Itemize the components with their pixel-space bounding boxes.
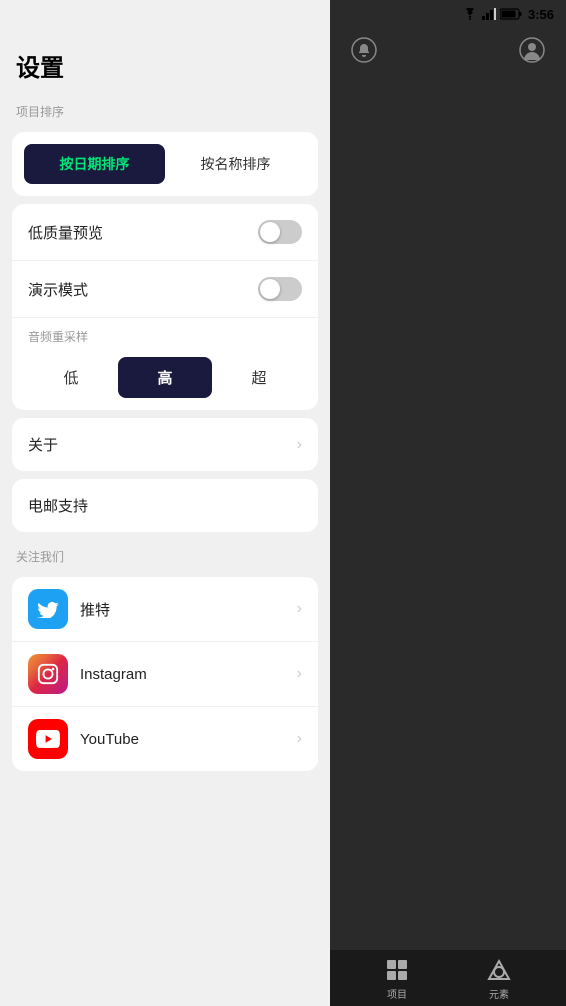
demo-mode-toggle[interactable] [258, 277, 302, 301]
instagram-row[interactable]: Instagram › [12, 642, 318, 707]
bottom-nav-projects[interactable]: 项目 [383, 956, 411, 1001]
sort-by-date-button[interactable]: 按日期排序 [24, 144, 165, 184]
sort-by-name-button[interactable]: 按名称排序 [165, 144, 306, 184]
twitter-name: 推特 [80, 599, 110, 620]
bottom-nav: 项目 元素 [330, 950, 566, 1006]
low-quality-label: 低质量预览 [28, 222, 103, 243]
youtube-row[interactable]: YouTube › [12, 707, 318, 771]
bottom-nav-elements[interactable]: 元素 [485, 956, 513, 1001]
resample-low-button[interactable]: 低 [24, 357, 118, 398]
status-bar: 3:56 [0, 0, 566, 28]
signal-icon [482, 8, 496, 20]
about-row[interactable]: 关于 › [12, 418, 318, 471]
about-chevron: › [297, 436, 302, 454]
sort-card: 按日期排序 按名称排序 [12, 132, 318, 196]
about-label: 关于 [28, 434, 58, 455]
low-quality-row: 低质量预览 [12, 204, 318, 261]
status-time: 3:56 [528, 7, 554, 22]
demo-mode-row: 演示模式 [12, 261, 318, 318]
instagram-chevron: › [297, 665, 302, 683]
status-icons [462, 8, 522, 20]
demo-mode-label: 演示模式 [28, 279, 88, 300]
follow-us-label: 关注我们 [0, 540, 330, 569]
twitter-icon [28, 589, 68, 629]
sort-section-label: 项目排序 [0, 95, 330, 124]
left-panel: 设置 项目排序 按日期排序 按名称排序 低质量预览 演示模式 音频重采样 低 高… [0, 0, 330, 1006]
projects-label: 项目 [387, 986, 407, 1001]
user-icon[interactable] [514, 32, 550, 68]
email-support-label: 电邮支持 [28, 495, 88, 516]
youtube-icon [28, 719, 68, 759]
elements-icon [485, 956, 513, 984]
twitter-left: 推特 [28, 589, 110, 629]
follow-us-card: 推特 › Instagram › [12, 577, 318, 771]
youtube-name: YouTube [80, 731, 139, 748]
instagram-name: Instagram [80, 666, 147, 683]
wifi-icon [462, 8, 478, 20]
youtube-chevron: › [297, 730, 302, 748]
sort-buttons-group: 按日期排序 按名称排序 [12, 132, 318, 196]
toggles-card: 低质量预览 演示模式 音频重采样 低 高 超 [12, 204, 318, 410]
low-quality-toggle[interactable] [258, 220, 302, 244]
twitter-chevron: › [297, 600, 302, 618]
instagram-left: Instagram [28, 654, 147, 694]
audio-resample-label: 音频重采样 [12, 318, 318, 349]
right-panel [330, 0, 566, 1006]
twitter-row[interactable]: 推特 › [12, 577, 318, 642]
email-support-row[interactable]: 电邮支持 [12, 479, 318, 532]
resample-ultra-button[interactable]: 超 [212, 357, 306, 398]
projects-icon [383, 956, 411, 984]
notification-icon[interactable] [346, 32, 382, 68]
resample-buttons-group: 低 高 超 [12, 349, 318, 410]
resample-high-button[interactable]: 高 [118, 357, 212, 398]
instagram-icon [28, 654, 68, 694]
elements-label: 元素 [489, 986, 509, 1001]
battery-icon [500, 8, 522, 20]
youtube-left: YouTube [28, 719, 139, 759]
